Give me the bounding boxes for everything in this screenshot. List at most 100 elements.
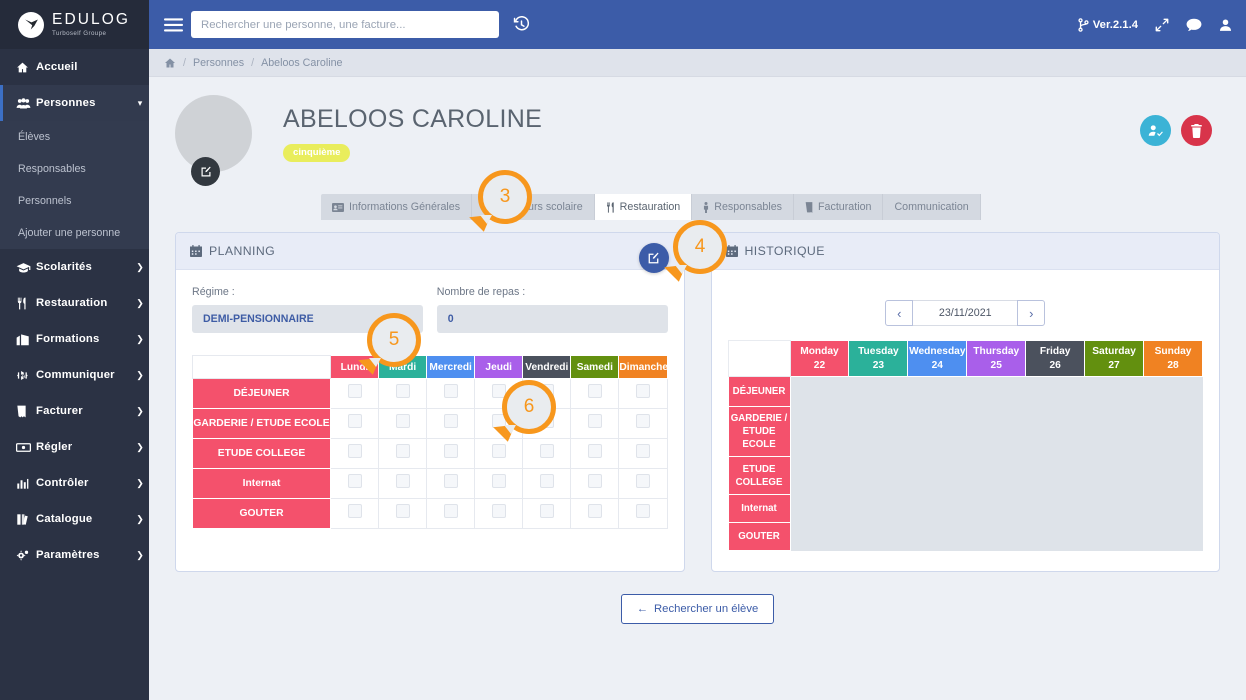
historique-cell[interactable] [790, 522, 849, 551]
sidebar-item-facturer[interactable]: Facturer ❯ [0, 393, 149, 429]
historique-cell[interactable] [966, 494, 1026, 523]
planning-checkbox[interactable] [491, 504, 506, 518]
validate-user-button[interactable] [1140, 115, 1171, 146]
historique-cell[interactable] [1025, 494, 1085, 523]
planning-checkbox[interactable] [395, 384, 410, 398]
planning-checkbox[interactable] [443, 504, 458, 518]
historique-cell[interactable] [1025, 406, 1085, 457]
sidebar-subitem-ajouter-une-personne[interactable]: Ajouter une personne [0, 217, 149, 249]
planning-checkbox[interactable] [635, 474, 650, 488]
historique-cell[interactable] [907, 406, 967, 457]
planning-checkbox[interactable] [347, 414, 362, 428]
historique-cell[interactable] [907, 494, 967, 523]
planning-checkbox[interactable] [395, 474, 410, 488]
historique-cell[interactable] [790, 494, 849, 523]
planning-checkbox[interactable] [587, 384, 602, 398]
historique-cell[interactable] [1143, 406, 1203, 457]
historique-cell[interactable] [1084, 376, 1144, 407]
breadcrumb-item-current[interactable]: Abeloos Caroline [261, 57, 342, 69]
historique-cell[interactable] [1084, 522, 1144, 551]
search-student-button[interactable]: ← Rechercher un élève [620, 594, 775, 625]
sidebar-subitem-eleves[interactable]: Élèves [0, 121, 149, 153]
historique-cell[interactable] [1084, 406, 1144, 457]
historique-cell[interactable] [907, 376, 967, 407]
historique-cell[interactable] [848, 406, 908, 457]
comment-icon[interactable] [1186, 18, 1202, 32]
historique-cell[interactable] [1025, 456, 1085, 495]
sidebar-item-formations[interactable]: Formations ❯ [0, 321, 149, 357]
planning-checkbox[interactable] [539, 474, 554, 488]
historique-cell[interactable] [1084, 456, 1144, 495]
prev-week-button[interactable]: ‹ [885, 300, 914, 326]
tab-responsables[interactable]: Responsables [692, 194, 794, 220]
tab-restauration[interactable]: Restauration [594, 194, 693, 220]
historique-cell[interactable] [1025, 522, 1085, 551]
planning-checkbox[interactable] [587, 504, 602, 518]
planning-checkbox[interactable] [395, 444, 410, 458]
home-icon[interactable] [164, 57, 176, 69]
historique-cell[interactable] [1084, 494, 1144, 523]
search-input[interactable] [191, 11, 499, 38]
planning-checkbox[interactable] [347, 504, 362, 518]
planning-checkbox[interactable] [395, 504, 410, 518]
planning-checkbox[interactable] [443, 414, 458, 428]
planning-checkbox[interactable] [491, 444, 506, 458]
historique-cell[interactable] [848, 376, 908, 407]
delete-user-button[interactable] [1181, 115, 1212, 146]
planning-checkbox[interactable] [443, 444, 458, 458]
planning-checkbox[interactable] [443, 474, 458, 488]
planning-checkbox[interactable] [347, 444, 362, 458]
tab-communication[interactable]: Communication [883, 194, 981, 220]
historique-cell[interactable] [790, 456, 849, 495]
tab-informations-generales[interactable]: Informations Générales [321, 194, 473, 220]
sidebar-item-controler[interactable]: Contrôler ❯ [0, 465, 149, 501]
planning-checkbox[interactable] [443, 384, 458, 398]
planning-checkbox[interactable] [587, 474, 602, 488]
historique-cell[interactable] [1025, 376, 1085, 407]
brand-logo-block[interactable]: EDULOG Turboself Groupe [0, 0, 149, 49]
historique-cell[interactable] [907, 522, 967, 551]
sidebar-item-parametres[interactable]: Paramètres ❯ [0, 537, 149, 573]
historique-cell[interactable] [907, 456, 967, 495]
sidebar-subitem-responsables[interactable]: Responsables [0, 153, 149, 185]
historique-cell[interactable] [1143, 494, 1203, 523]
sidebar-item-scolarites[interactable]: Scolarités ❯ [0, 249, 149, 285]
planning-checkbox[interactable] [491, 474, 506, 488]
date-input[interactable] [913, 300, 1018, 326]
historique-cell[interactable] [966, 376, 1026, 407]
historique-cell[interactable] [848, 522, 908, 551]
sidebar-item-accueil[interactable]: Accueil [0, 49, 149, 85]
planning-checkbox[interactable] [587, 444, 602, 458]
historique-cell[interactable] [1143, 522, 1203, 551]
planning-checkbox[interactable] [539, 444, 554, 458]
sidebar-item-regler[interactable]: Régler ❯ [0, 429, 149, 465]
historique-cell[interactable] [1143, 456, 1203, 495]
next-week-button[interactable]: › [1017, 300, 1046, 326]
historique-cell[interactable] [1143, 376, 1203, 407]
avatar-edit-button[interactable] [191, 157, 220, 186]
planning-checkbox[interactable] [539, 504, 554, 518]
sidebar-item-restauration[interactable]: Restauration ❯ [0, 285, 149, 321]
sidebar-item-communiquer[interactable]: A Communiquer ❯ [0, 357, 149, 393]
historique-cell[interactable] [848, 456, 908, 495]
historique-cell[interactable] [966, 456, 1026, 495]
planning-checkbox[interactable] [347, 384, 362, 398]
historique-cell[interactable] [790, 376, 849, 407]
planning-checkbox[interactable] [635, 414, 650, 428]
history-clock-icon[interactable] [513, 16, 530, 33]
hamburger-menu-icon[interactable] [161, 17, 187, 32]
breadcrumb-item-personnes[interactable]: Personnes [193, 57, 244, 69]
planning-checkbox[interactable] [635, 504, 650, 518]
historique-cell[interactable] [966, 406, 1026, 457]
planning-checkbox[interactable] [395, 414, 410, 428]
historique-cell[interactable] [790, 406, 849, 457]
historique-cell[interactable] [848, 494, 908, 523]
planning-checkbox[interactable] [635, 444, 650, 458]
planning-checkbox[interactable] [587, 414, 602, 428]
historique-cell[interactable] [966, 522, 1026, 551]
planning-checkbox[interactable] [347, 474, 362, 488]
sidebar-item-personnes[interactable]: Personnes ▾ [0, 85, 149, 121]
expand-arrows-icon[interactable] [1155, 18, 1169, 32]
user-icon[interactable] [1219, 18, 1232, 32]
planning-checkbox[interactable] [635, 384, 650, 398]
